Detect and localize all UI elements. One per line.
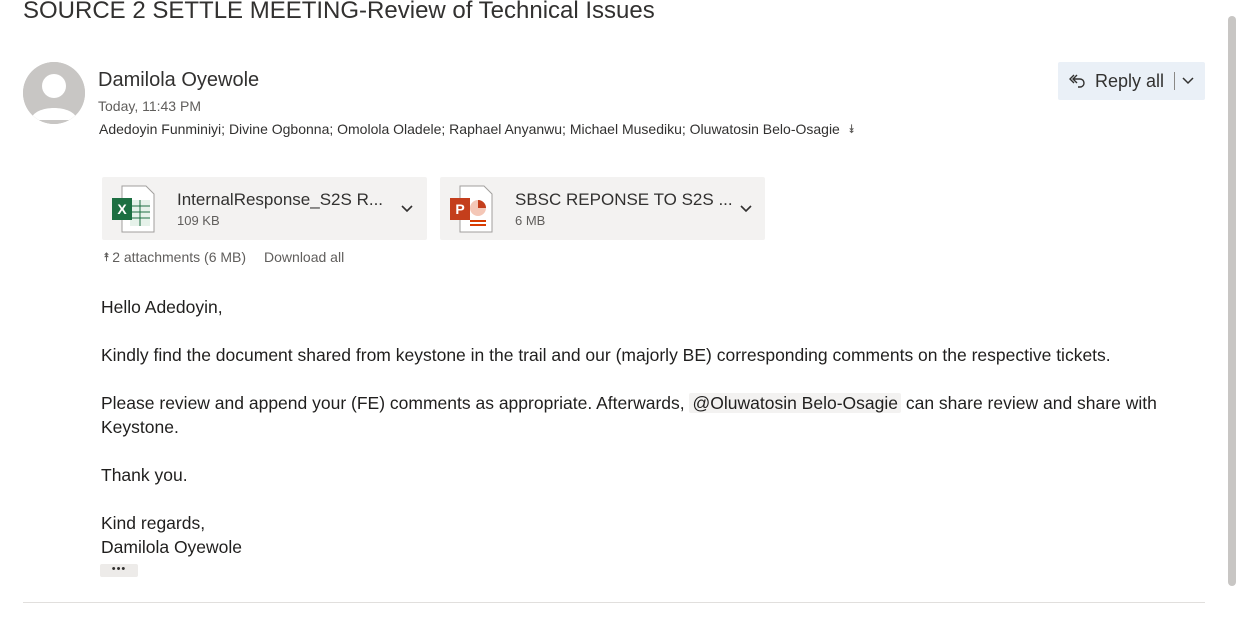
recipients-line: Adedoyin Funminiyi; Divine Ogbonna; Omol… xyxy=(99,121,855,137)
reply-all-label: Reply all xyxy=(1095,70,1165,91)
attachment-name: InternalResponse_S2S R... xyxy=(177,189,384,209)
reply-all-button[interactable]: Reply all xyxy=(1058,62,1164,100)
show-more-button[interactable]: ••• xyxy=(100,564,138,577)
attachment-size: 109 KB xyxy=(177,212,220,228)
chevron-down-icon xyxy=(740,204,752,212)
excel-icon: X xyxy=(110,184,156,234)
reply-options-button[interactable] xyxy=(1175,62,1201,100)
powerpoint-icon: P xyxy=(448,184,494,234)
scrollbar[interactable] xyxy=(1228,16,1236,586)
email-subject: SOURCE 2 SETTLE MEETING-Review of Techni… xyxy=(23,0,655,24)
mention-link[interactable]: @Oluwatosin Belo-Osagie xyxy=(689,393,901,413)
closing-line: Kind regards, xyxy=(101,513,206,533)
message-divider xyxy=(23,602,1205,603)
recipients-list[interactable]: Adedoyin Funminiyi; Divine Ogbonna; Omol… xyxy=(99,121,840,137)
expand-recipients-icon[interactable]: ⯯ xyxy=(848,122,855,137)
sent-datetime: Today, 11:43 PM xyxy=(98,98,201,114)
attachment-card[interactable]: P SBSC REPONSE TO S2S ... 6 MB xyxy=(440,177,765,240)
sender-avatar[interactable] xyxy=(23,62,85,124)
reply-all-icon xyxy=(1069,74,1085,88)
collapse-attachments-icon[interactable]: ⯭ xyxy=(103,250,110,265)
svg-text:X: X xyxy=(117,201,127,217)
attachment-name: SBSC REPONSE TO S2S ... xyxy=(515,189,733,209)
attachment-menu-button[interactable] xyxy=(733,195,759,223)
chevron-down-icon xyxy=(1182,77,1194,85)
message-body: Hello Adedoyin, Kindly find the document… xyxy=(101,295,1211,559)
sender-name[interactable]: Damilola Oyewole xyxy=(98,69,259,92)
attachments-count[interactable]: 2 attachments (6 MB) xyxy=(112,249,246,265)
chevron-down-icon xyxy=(401,204,413,212)
signature-name: Damilola Oyewole xyxy=(101,537,243,557)
body-text-segment: Please review and append your (FE) comme… xyxy=(101,393,690,413)
attachment-card[interactable]: X InternalResponse_S2S R... 109 KB xyxy=(102,177,427,240)
person-icon xyxy=(23,62,85,124)
body-paragraph: Please review and append your (FE) comme… xyxy=(101,391,1211,439)
greeting: Hello Adedoyin, xyxy=(101,297,223,317)
attachment-size: 6 MB xyxy=(515,212,546,228)
download-all-link[interactable]: Download all xyxy=(264,249,344,265)
attachments-summary: ⯭ 2 attachments (6 MB) Download all xyxy=(103,249,344,265)
svg-text:P: P xyxy=(455,201,464,217)
attachment-menu-button[interactable] xyxy=(393,195,421,223)
reply-all-split-button: Reply all xyxy=(1058,62,1205,100)
body-paragraph: Kindly find the document shared from key… xyxy=(101,345,1111,365)
thanks-line: Thank you. xyxy=(101,465,188,485)
